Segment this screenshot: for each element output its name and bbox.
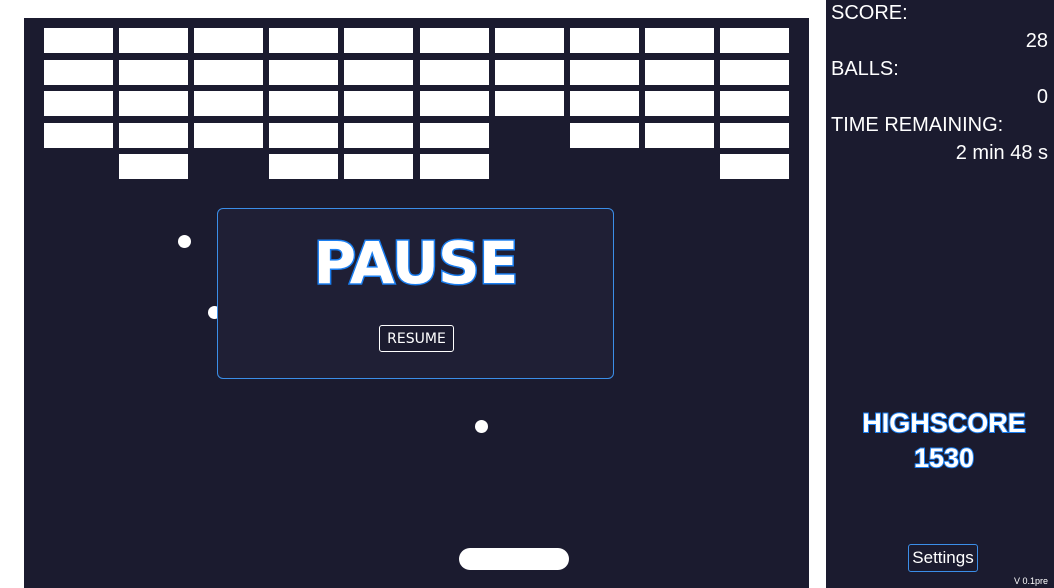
score-label: SCORE: xyxy=(831,2,908,24)
brick xyxy=(420,60,489,85)
time-remaining-value: 2 min 48 s xyxy=(955,142,1048,164)
brick xyxy=(570,123,639,148)
brick xyxy=(720,123,789,148)
brick xyxy=(645,91,714,116)
brick xyxy=(269,28,338,53)
score-value: 28 xyxy=(1025,30,1048,52)
brick xyxy=(344,154,413,179)
brick xyxy=(344,123,413,148)
brick xyxy=(269,154,338,179)
settings-button[interactable]: Settings xyxy=(908,544,978,572)
brick xyxy=(119,60,188,85)
brick xyxy=(344,60,413,85)
brick xyxy=(495,91,564,116)
balls-label: BALLS: xyxy=(831,58,899,80)
balls-value: 0 xyxy=(1036,86,1048,108)
brick xyxy=(344,91,413,116)
brick xyxy=(645,28,714,53)
ball xyxy=(178,235,191,248)
brick xyxy=(344,28,413,53)
game-frame: PAUSE RESUME xyxy=(0,0,826,588)
brick xyxy=(495,28,564,53)
brick xyxy=(570,91,639,116)
brick xyxy=(269,60,338,85)
brick xyxy=(119,28,188,53)
resume-button[interactable]: RESUME xyxy=(379,325,454,352)
highscore-label: HIGHSCORE xyxy=(861,407,1027,439)
pause-dialog: PAUSE RESUME xyxy=(217,208,614,379)
brick xyxy=(420,28,489,53)
paddle[interactable] xyxy=(459,548,569,570)
ball xyxy=(475,420,488,433)
brick xyxy=(44,60,113,85)
brick xyxy=(570,28,639,53)
brick xyxy=(269,91,338,116)
hud-sidebar: SCORE: 28 BALLS: 0 TIME REMAINING: 2 min… xyxy=(826,0,1054,588)
highscore-value: 1530 xyxy=(913,442,975,474)
brick xyxy=(119,154,188,179)
brick xyxy=(269,123,338,148)
brick xyxy=(119,91,188,116)
brick xyxy=(420,123,489,148)
brick xyxy=(720,154,789,179)
version-label: V 0.1pre xyxy=(1013,576,1048,586)
pause-title: PAUSE xyxy=(312,228,520,299)
brick xyxy=(420,91,489,116)
brick xyxy=(44,91,113,116)
brick xyxy=(495,60,564,85)
brick xyxy=(720,60,789,85)
brick xyxy=(44,123,113,148)
brick xyxy=(194,28,263,53)
brick xyxy=(194,91,263,116)
brick xyxy=(119,123,188,148)
brick xyxy=(645,60,714,85)
brick xyxy=(194,123,263,148)
brick xyxy=(44,28,113,53)
brick xyxy=(645,123,714,148)
brick xyxy=(194,60,263,85)
brick xyxy=(420,154,489,179)
brick xyxy=(570,60,639,85)
brick xyxy=(720,28,789,53)
time-remaining-label: TIME REMAINING: xyxy=(831,114,1004,136)
playfield[interactable]: PAUSE RESUME xyxy=(24,18,809,588)
brick xyxy=(720,91,789,116)
